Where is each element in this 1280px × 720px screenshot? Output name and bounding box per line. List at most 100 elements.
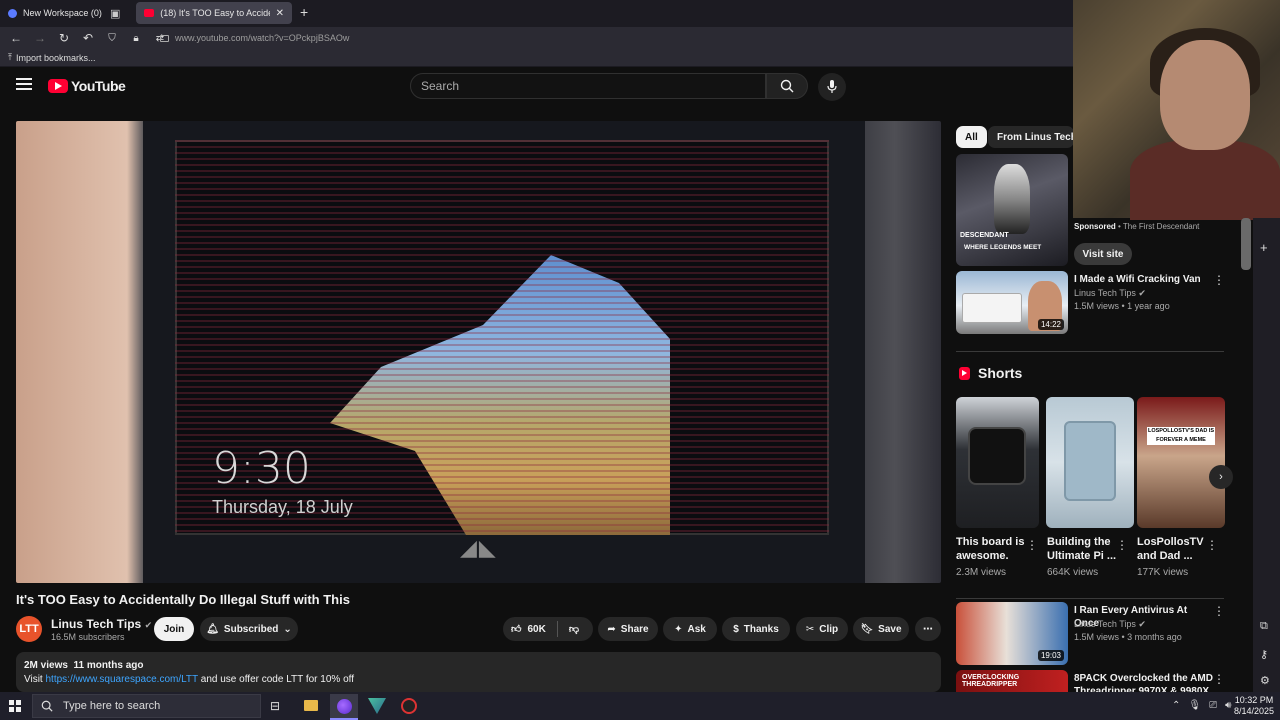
voice-search-button[interactable] [818, 73, 846, 101]
short-title-line1: LosPollosTV [1137, 536, 1204, 548]
bell-icon: 🔔︎ [206, 623, 219, 635]
youtube-play-icon [48, 79, 68, 93]
taskbar-search-placeholder: Type here to search [63, 700, 161, 712]
sidebar-toggle-icon[interactable]: ⧉ [1260, 620, 1268, 633]
import-bookmarks-link[interactable]: Import bookmarks... [16, 53, 96, 63]
chip-all[interactable]: All [956, 126, 987, 148]
description-prefix: Visit [24, 674, 46, 685]
video-channel: Linus Tech Tips ✔ [1074, 287, 1146, 299]
verified-icon: ✔ [1138, 619, 1146, 629]
like-button[interactable]: 👍︎ 60K [511, 623, 546, 636]
thanks-button[interactable]: $ Thanks [722, 617, 790, 641]
ask-button[interactable]: ✦ Ask [663, 617, 717, 641]
import-icon: ⤒ [8, 52, 12, 62]
lock-icon[interactable]: 🔒︎ [124, 33, 148, 44]
search-input[interactable]: Search [410, 73, 766, 99]
channel-name[interactable]: Linus Tech Tips ✔ [51, 617, 152, 631]
video-thumbnail-wifi-van[interactable]: 14:22 [956, 271, 1068, 334]
more-vertical-icon[interactable]: ⋮ [1213, 672, 1225, 686]
short-thumbnail-pi[interactable] [1046, 397, 1134, 528]
new-tab-icon[interactable]: + [300, 4, 308, 20]
microphone-icon[interactable]: 🎙︎ [1188, 700, 1201, 711]
short-thumbnail-board[interactable] [956, 397, 1039, 528]
taskbar-search-input[interactable]: Type here to search [32, 694, 261, 718]
tab-youtube-video[interactable]: (18) It's TOO Easy to Accidentally ✕ [136, 2, 292, 24]
thumbs-up-icon: 👍︎ [511, 624, 522, 635]
video-thumbnail-8pack[interactable]: OVERCLOCKING THREADRIPPER [956, 670, 1068, 692]
save-label: Save [878, 623, 902, 635]
bookmark-icon: 🔖︎ [860, 623, 874, 635]
thanks-icon: $ [733, 623, 739, 635]
search-icon [41, 700, 53, 712]
chevron-up-icon[interactable]: ⌃ [1172, 700, 1180, 711]
network-icon[interactable]: ⎚ [1209, 700, 1217, 711]
thanks-label: Thanks [743, 623, 779, 635]
tab-list-icon[interactable]: ▣ [110, 7, 120, 20]
video-thumbnail-antivirus[interactable]: 19:03 [956, 602, 1068, 665]
shorts-header: Shorts [959, 365, 1022, 381]
short-title-pi[interactable]: Building the Ultimate Pi ... [1047, 535, 1117, 563]
van-shape [962, 293, 1022, 323]
reload-icon[interactable]: ↻ [52, 31, 76, 45]
taskbar-browser-app[interactable] [330, 694, 358, 720]
shorts-next-button[interactable]: › [1209, 465, 1233, 489]
task-view-icon[interactable]: ⊟ [270, 699, 280, 713]
ad-tagline: WHERE LEGENDS MEET [964, 244, 1042, 251]
short-title-board[interactable]: This board is awesome. [956, 535, 1026, 563]
more-vertical-icon[interactable]: ⋮ [1026, 538, 1038, 552]
windows-start-icon[interactable] [9, 700, 21, 712]
more-vertical-icon[interactable]: ⋮ [1213, 604, 1225, 618]
volume-icon[interactable]: 🔊︎ [1225, 700, 1231, 711]
chevron-right-icon: › [1219, 471, 1223, 483]
close-tab-icon[interactable]: ✕ [276, 8, 284, 19]
taskbar-obs-icon[interactable] [401, 698, 417, 714]
ad-thumbnail[interactable]: DESCENDANT WHERE LEGENDS MEET [956, 154, 1068, 266]
shield-icon[interactable]: ⛉ [100, 33, 124, 44]
chip-from-channel[interactable]: From Linus Tech T [988, 126, 1074, 148]
taskbar-date: 8/14/2025 [1233, 706, 1275, 716]
menu-icon[interactable] [16, 78, 32, 90]
short-title-line2: Ultimate Pi ... [1047, 550, 1117, 562]
lockscreen-time: 9:30 [212, 443, 311, 494]
short-title-line2: and Dad ... [1137, 550, 1193, 562]
forward-icon[interactable]: → [28, 31, 52, 45]
key-icon[interactable]: ⚷ [1260, 648, 1268, 661]
youtube-logo[interactable]: YouTube [48, 78, 126, 94]
clip-button[interactable]: ✂ Clip [796, 617, 848, 641]
channel-name-text: Linus Tech Tips [51, 617, 142, 631]
description-box[interactable] [16, 652, 941, 692]
join-button[interactable]: Join [154, 617, 194, 641]
share-label: Share [620, 623, 649, 635]
dislike-button[interactable]: 👎︎ [569, 623, 579, 635]
video-title-8pack[interactable]: 8PACK Overclocked the AMD Threadripper 9… [1074, 672, 1214, 692]
scrollbar-thumb[interactable] [1241, 218, 1251, 270]
address-bar[interactable]: www.youtube.com/watch?v=OPckpjBSAOw [160, 30, 1070, 46]
undo-icon[interactable]: ↶ [76, 31, 100, 45]
short-thumbnail-lospollos[interactable]: LOSPOLLOSTV'S DAD IS FOREVER A MEME [1137, 397, 1225, 528]
share-button[interactable]: ➦ Share [598, 617, 658, 641]
system-tray: ⌃ 🎙︎ ⎚ 🔊︎ [1172, 700, 1231, 711]
more-actions-button[interactable]: ⋯ [915, 617, 941, 641]
visit-site-button[interactable]: Visit site [1074, 243, 1132, 265]
file-explorer-icon[interactable] [304, 700, 318, 711]
squarespace-link[interactable]: https://www.squarespace.com/LTT [46, 674, 198, 685]
more-vertical-icon[interactable]: ⋮ [1116, 538, 1128, 552]
back-icon[interactable]: ← [4, 31, 28, 45]
channel-avatar[interactable]: LTT [16, 616, 42, 642]
search-button[interactable] [766, 73, 808, 99]
add-panel-icon[interactable]: + [1260, 240, 1268, 255]
save-button[interactable]: 🔖︎ Save [853, 617, 909, 641]
lockscreen-date: Thursday, 18 July [212, 497, 353, 517]
settings-gear-icon[interactable]: ⚙ [1260, 674, 1270, 687]
url-text: www.youtube.com/watch?v=OPckpjBSAOw [175, 33, 350, 43]
more-vertical-icon[interactable]: ⋮ [1213, 273, 1225, 287]
video-title-wifi-van[interactable]: I Made a Wifi Cracking Van [1074, 273, 1214, 286]
taskbar-clock[interactable]: 10:32 PM 8/14/2025 [1232, 695, 1276, 717]
more-vertical-icon[interactable]: ⋮ [1206, 538, 1218, 552]
subscribed-button[interactable]: 🔔︎ Subscribed ⌄ [200, 617, 298, 641]
short-title-lospollos[interactable]: LosPollosTV and Dad ... [1137, 535, 1207, 563]
views-and-date: 2M views 11 months ago [24, 660, 144, 671]
subscribed-label: Subscribed [223, 623, 279, 635]
short-caption: LOSPOLLOSTV'S DAD IS FOREVER A MEME [1147, 427, 1215, 445]
thumbs-down-icon: 👎︎ [568, 624, 579, 635]
